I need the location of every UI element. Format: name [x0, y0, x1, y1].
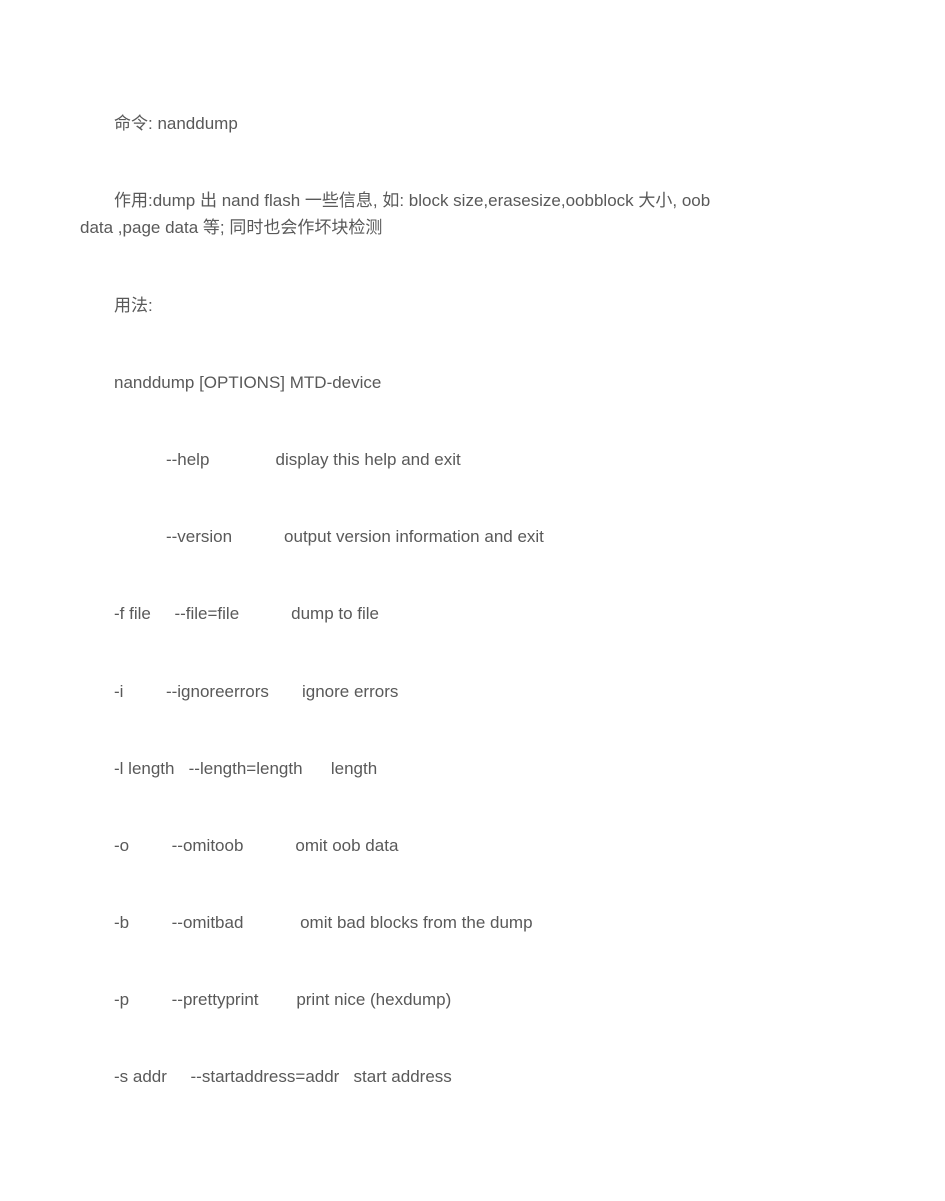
option-prettyprint: -p --prettyprint print nice (hexdump) [80, 986, 865, 1013]
purpose-line-2: data ,page data 等; 同时也会作坏块检测 [80, 214, 865, 241]
purpose-line-1: 作用:dump 出 nand flash 一些信息, 如: block size… [80, 187, 865, 214]
usage-syntax: nanddump [OPTIONS] MTD-device [80, 369, 865, 396]
option-omitoob: -o --omitoob omit oob data [80, 832, 865, 859]
document-page: 命令: nanddump 作用:dump 出 nand flash 一些信息, … [0, 0, 945, 1201]
option-help: --help display this help and exit [80, 446, 865, 473]
purpose-block: 作用:dump 出 nand flash 一些信息, 如: block size… [80, 187, 865, 241]
option-startaddress: -s addr --startaddress=addr start addres… [80, 1063, 865, 1090]
option-version: --version output version information and… [80, 523, 865, 550]
command-line: 命令: nanddump [80, 110, 865, 137]
option-omitbad: -b --omitbad omit bad blocks from the du… [80, 909, 865, 936]
option-file: -f file --file=file dump to file [80, 600, 865, 627]
option-ignoreerrors: -i --ignoreerrors ignore errors [80, 678, 865, 705]
option-length: -l length --length=length length [80, 755, 865, 782]
usage-heading: 用法: [80, 292, 865, 319]
